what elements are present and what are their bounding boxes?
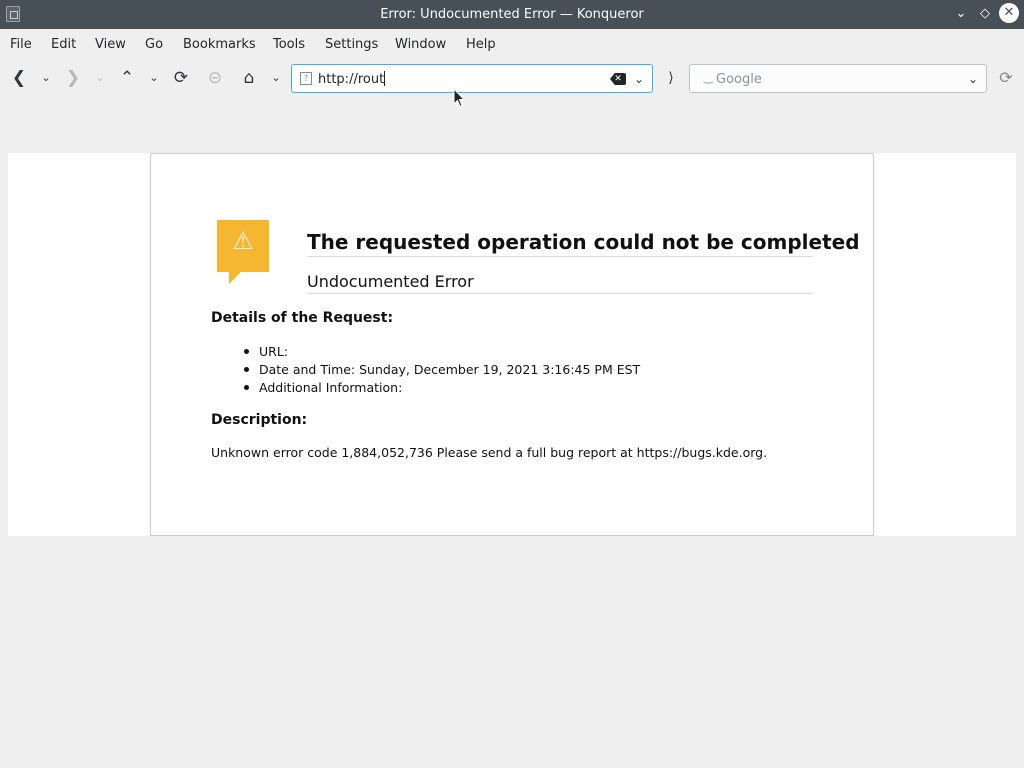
refresh-icon[interactable]: ⟳	[996, 68, 1016, 88]
menu-go[interactable]: Go	[145, 37, 163, 52]
search-input[interactable]	[716, 70, 956, 88]
forward-icon[interactable]: ❯	[62, 67, 84, 89]
clear-url-icon[interactable]: ✕	[610, 73, 626, 85]
go-icon[interactable]: ⟩	[660, 67, 682, 89]
menu-bookmarks[interactable]: Bookmarks	[183, 37, 256, 52]
detail-url: URL:	[243, 343, 640, 361]
forward-history-chevron-down-icon[interactable]: ⌄	[93, 67, 107, 89]
error-card: ⚠ The requested operation could not be c…	[150, 153, 874, 536]
unknown-site-icon: ?	[300, 72, 312, 85]
mouse-cursor-icon	[453, 88, 465, 108]
error-title: The requested operation could not be com…	[307, 230, 860, 257]
up-icon[interactable]: ⌃	[116, 67, 138, 89]
details-heading: Details of the Request:	[211, 310, 394, 326]
close-icon[interactable]: ✕	[999, 3, 1019, 23]
menu-file[interactable]: File	[10, 37, 32, 52]
search-provider-chevron-down-icon[interactable]: ⌄	[964, 69, 982, 89]
warning-icon: ⚠	[217, 220, 269, 284]
window-title: Error: Undocumented Error — Konqueror	[380, 7, 644, 22]
menu-edit[interactable]: Edit	[51, 37, 76, 52]
menu-view[interactable]: View	[95, 37, 126, 52]
menubar: File Edit View Go Bookmarks Tools Settin…	[0, 29, 1024, 59]
search-field[interactable]: ‿ ⌄	[689, 64, 987, 93]
home-icon[interactable]: ⌂	[238, 67, 260, 89]
details-list: URL: Date and Time: Sunday, December 19,…	[243, 343, 641, 397]
home-chevron-down-icon[interactable]: ⌄	[269, 67, 283, 89]
menu-settings[interactable]: Settings	[325, 37, 378, 52]
url-field[interactable]: ? http://rout ✕ ⌄	[291, 64, 653, 93]
maximize-icon[interactable]: ◇	[975, 4, 995, 24]
web-page: ⚠ The requested operation could not be c…	[8, 153, 1016, 536]
minimize-icon[interactable]: ⌄	[951, 4, 971, 24]
stop-icon[interactable]: ⊝	[204, 67, 226, 89]
warning-triangle-icon: ⚠	[232, 227, 254, 255]
description-text: Unknown error code 1,884,052,736 Please …	[211, 445, 768, 460]
up-history-chevron-down-icon[interactable]: ⌄	[147, 67, 161, 89]
text-caret	[384, 71, 386, 86]
back-history-chevron-down-icon[interactable]: ⌄	[39, 67, 53, 89]
menu-tools[interactable]: Tools	[273, 37, 305, 52]
search-provider-icon: ‿	[704, 71, 713, 84]
menu-help[interactable]: Help	[466, 37, 496, 52]
reload-icon[interactable]: ⟳	[170, 67, 192, 89]
window-titlebar[interactable]: Error: Undocumented Error — Konqueror ⌄ …	[0, 0, 1024, 29]
menu-window[interactable]: Window	[395, 37, 446, 52]
url-input-text[interactable]: http://rout	[318, 71, 386, 87]
url-history-chevron-down-icon[interactable]: ⌄	[630, 69, 648, 89]
url-value: http://rout	[318, 72, 385, 87]
detail-date-time: Date and Time: Sunday, December 19, 2021…	[243, 362, 641, 377]
description-heading: Description:	[211, 412, 308, 428]
back-icon[interactable]: ❮	[8, 67, 30, 89]
error-subtitle: Undocumented Error	[307, 272, 813, 294]
navigation-toolbar: ❮ ⌄ ❯ ⌄ ⌃ ⌄ ⟳ ⊝ ⌂ ⌄ ? http://rout ✕ ⌄ ⟩ …	[0, 59, 1024, 99]
detail-additional-info: Additional Information:	[243, 379, 640, 397]
